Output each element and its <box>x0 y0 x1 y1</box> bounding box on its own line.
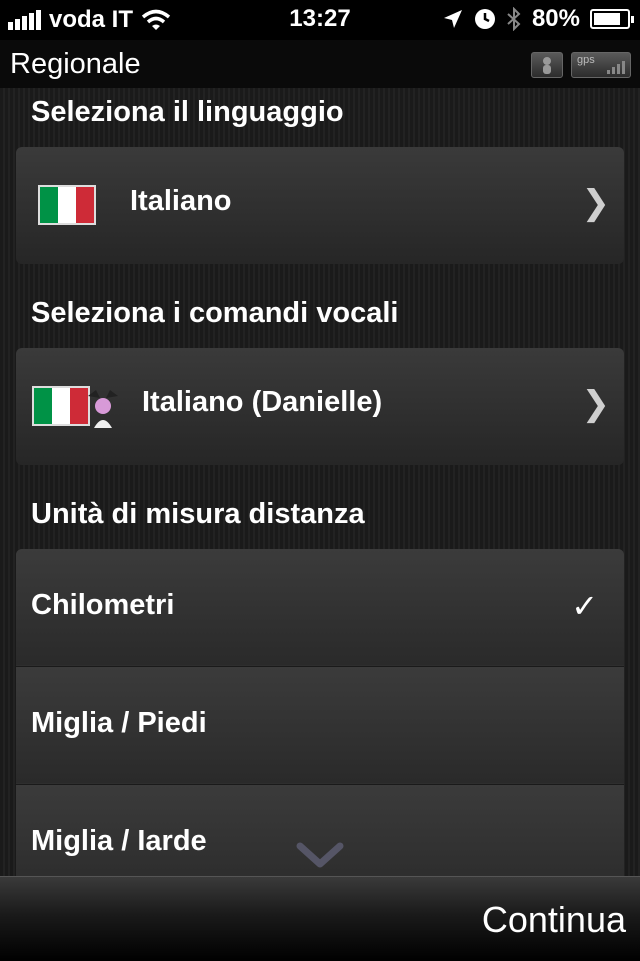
navigation-bar: Regionale gps <box>0 40 640 88</box>
flag-red-stripe <box>76 187 94 223</box>
bottom-toolbar: Continua <box>0 876 640 961</box>
flag-green-stripe <box>34 388 52 424</box>
list-item-label: Chilometri <box>31 589 175 621</box>
voice-section-title: Seleziona i comandi vocali <box>31 297 399 329</box>
list-item-label: Miglia / Iarde <box>31 825 207 857</box>
voice-selector[interactable]: Italiano (Danielle) ❯ <box>16 348 624 465</box>
page-title: Regionale <box>10 48 141 80</box>
distance-section-title: Unità di misura distanza <box>31 498 365 530</box>
battery-icon <box>590 9 634 29</box>
bluetooth-icon <box>507 7 521 31</box>
italian-flag-icon <box>38 185 96 225</box>
battery-percent: 80% <box>531 5 580 32</box>
voice-value: Italiano (Danielle) <box>142 386 383 418</box>
location-icon <box>443 10 462 28</box>
settings-content: Seleziona il linguaggio Italiano ❯ Selez… <box>0 88 640 876</box>
scroll-down-icon[interactable] <box>296 840 344 870</box>
flag-white-stripe <box>52 388 70 424</box>
gps-signal-icon: gps <box>571 52 631 78</box>
language-value: Italiano <box>130 185 232 217</box>
status-bar: voda IT 13:27 80% <box>0 0 640 40</box>
continue-button[interactable]: Continua <box>482 899 626 941</box>
checkmark-icon: ✓ <box>571 588 598 624</box>
language-section-title: Seleziona il linguaggio <box>31 96 344 128</box>
language-selector[interactable]: Italiano ❯ <box>16 147 624 264</box>
list-item-chilometri[interactable]: Chilometri ✓ <box>16 549 624 665</box>
chevron-right-icon: ❯ <box>581 184 611 222</box>
voice-person-icon <box>88 390 118 428</box>
list-item-label: Miglia / Piedi <box>31 707 207 739</box>
distance-units-list: Chilometri ✓ Miglia / Piedi Miglia / Iar… <box>16 549 624 876</box>
gps-label: gps <box>577 54 595 66</box>
flag-green-stripe <box>40 187 58 223</box>
flag-white-stripe <box>58 187 76 223</box>
list-item-miglia-piedi[interactable]: Miglia / Piedi <box>16 666 624 783</box>
battery-fill <box>594 13 620 25</box>
italian-flag-icon <box>32 386 90 426</box>
clock-icon <box>474 9 495 29</box>
chevron-right-icon: ❯ <box>581 385 611 423</box>
person-icon <box>531 52 563 78</box>
